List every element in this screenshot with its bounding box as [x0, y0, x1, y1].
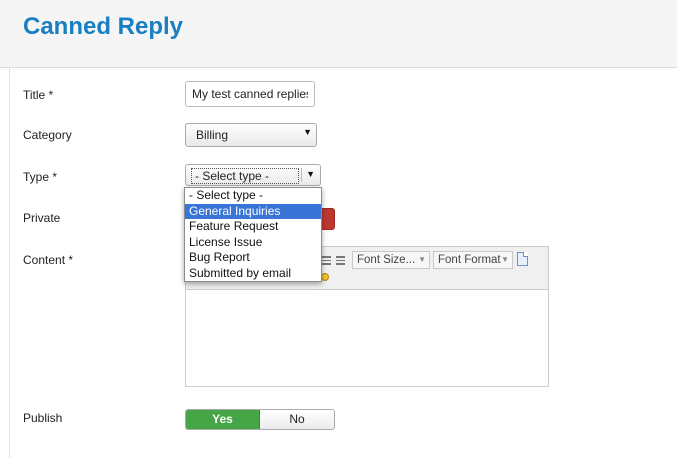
publish-no-button[interactable]: No [260, 410, 334, 429]
chevron-down-icon: ▼ [306, 169, 315, 179]
type-option[interactable]: - Select type - [185, 188, 321, 204]
align-justify-icon[interactable] [322, 256, 331, 265]
left-divider [9, 67, 10, 458]
page-header: Canned Reply [0, 0, 677, 68]
type-option[interactable]: License Issue [185, 235, 321, 251]
font-format-select[interactable]: Font Format ▼ [433, 251, 513, 269]
type-option[interactable]: Bug Report [185, 250, 321, 266]
type-option-highlighted[interactable]: General Inquiries [185, 203, 321, 219]
category-select-value: Billing [196, 128, 229, 142]
type-select-value: - Select type - [191, 168, 299, 184]
font-size-label: Font Size... [357, 254, 416, 266]
title-label: Title * [23, 88, 54, 102]
content-label: Content * [23, 253, 74, 267]
category-label: Category [23, 128, 72, 142]
publish-label: Publish [23, 411, 63, 425]
type-label: Type * [23, 170, 58, 184]
title-input[interactable] [185, 81, 315, 107]
publish-toggle: Yes No [185, 409, 335, 430]
chevron-down-icon: ▼ [501, 255, 509, 264]
content-editor-area[interactable] [185, 290, 549, 387]
type-option[interactable]: Feature Request [185, 219, 321, 235]
type-option[interactable]: Submitted by email [185, 266, 321, 282]
category-select[interactable]: Billing ▼ [185, 123, 317, 147]
type-select[interactable]: - Select type - ▼ [185, 164, 321, 186]
font-format-label: Font Format [438, 254, 501, 266]
select-divider [301, 168, 302, 182]
chevron-down-icon: ▼ [303, 127, 312, 137]
page-title: Canned Reply [23, 13, 184, 40]
publish-yes-button[interactable]: Yes [186, 410, 260, 429]
align-right-icon[interactable] [336, 256, 345, 265]
emoticon-icon[interactable] [321, 273, 329, 281]
type-dropdown-list[interactable]: - Select type - General Inquiries Featur… [184, 187, 322, 282]
private-label: Private [23, 211, 61, 225]
font-size-select[interactable]: Font Size... ▼ [352, 251, 430, 269]
document-icon[interactable] [517, 252, 528, 266]
chevron-down-icon: ▼ [418, 255, 426, 264]
